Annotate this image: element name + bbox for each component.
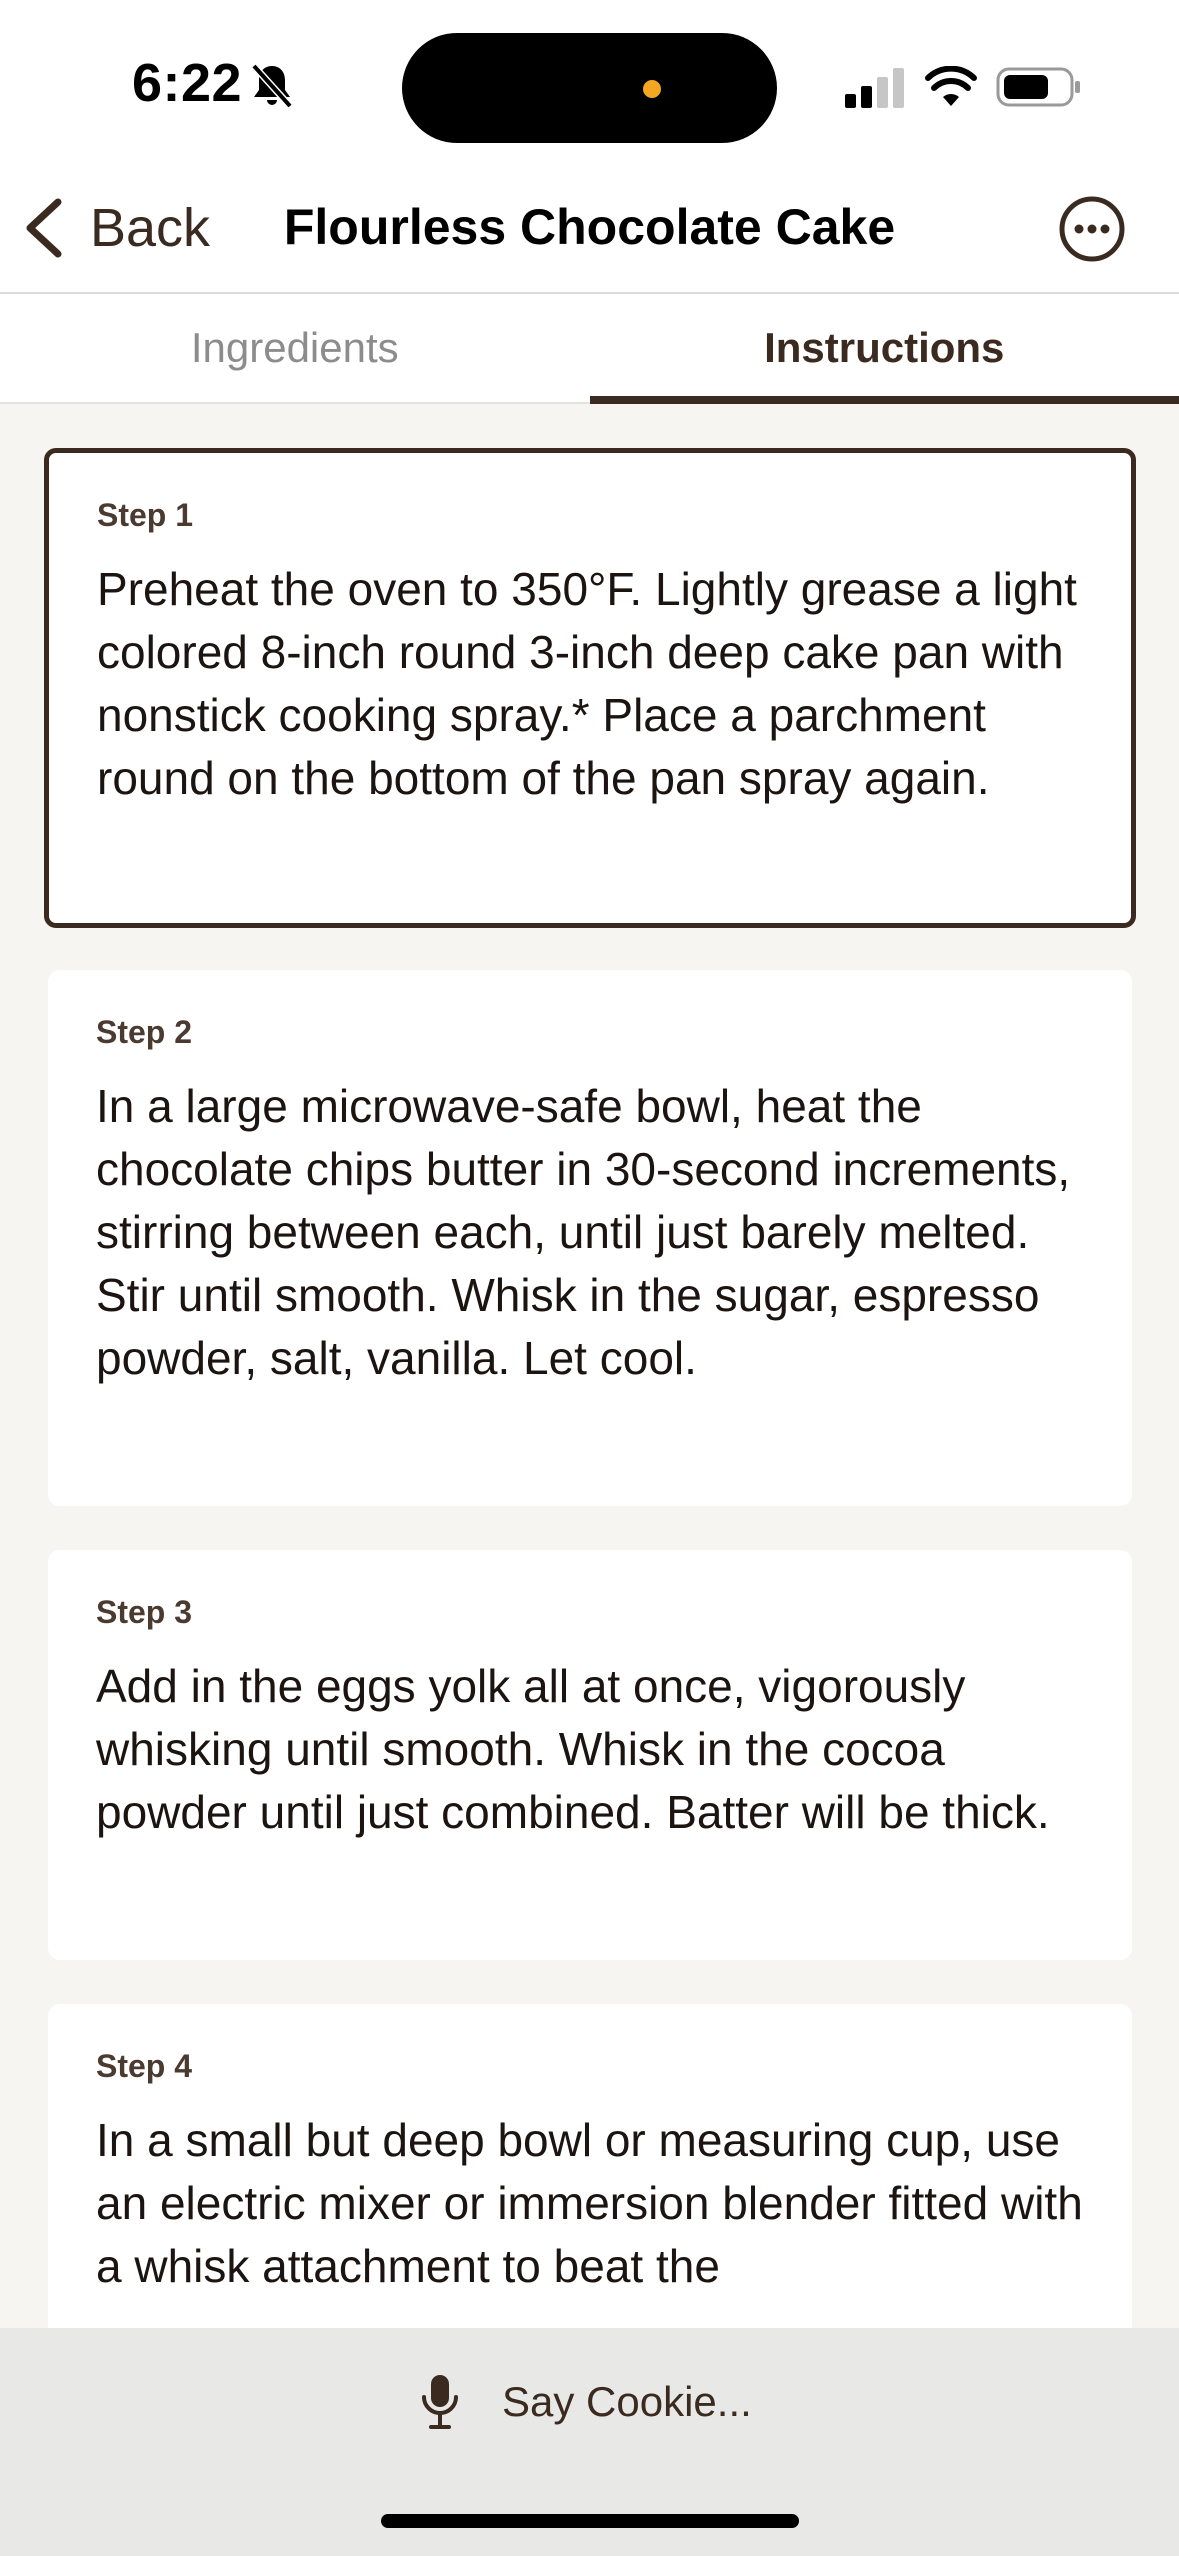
dynamic-island xyxy=(402,33,777,143)
step-text: In a small but deep bowl or measuring cu… xyxy=(96,2114,1083,2292)
cellular-signal-icon xyxy=(845,68,904,108)
step-card-3[interactable]: Step 3 Add in the eggs yolk all at once,… xyxy=(48,1550,1132,1960)
step-text: Add in the eggs yolk all at once, vigoro… xyxy=(96,1660,1050,1838)
step-label: Step 3 xyxy=(96,1594,193,1630)
step-card-2[interactable]: Step 2 In a large microwave-safe bowl, h… xyxy=(48,970,1132,1506)
wifi-icon xyxy=(925,66,977,106)
step-label: Step 2 xyxy=(96,1014,193,1050)
privacy-indicator-dot xyxy=(643,80,661,98)
nav-header: Back Flourless Chocolate Cake xyxy=(0,170,1179,294)
microphone-icon xyxy=(422,2375,458,2429)
ellipsis-circle-icon[interactable] xyxy=(1059,196,1125,262)
step-text: In a large microwave-safe bowl, heat the… xyxy=(96,1080,1071,1384)
step-card-4[interactable]: Step 4 In a small but deep bowl or measu… xyxy=(48,2004,1132,2328)
status-bar: 6:22 xyxy=(0,0,1179,170)
battery-icon xyxy=(996,67,1080,107)
step-text: Preheat the oven to 350°F. Lightly greas… xyxy=(97,563,1077,804)
step-label: Step 1 xyxy=(97,497,194,533)
tab-bar: Ingredients Instructions xyxy=(0,294,1179,404)
home-indicator[interactable] xyxy=(381,2514,799,2528)
tab-instructions[interactable]: Instructions xyxy=(589,294,1179,404)
step-label: Step 4 xyxy=(96,2048,193,2084)
status-time: 6:22 xyxy=(132,53,243,113)
step-card-1[interactable]: Step 1 Preheat the oven to 350°F. Lightl… xyxy=(44,448,1136,928)
instructions-list[interactable]: Step 1 Preheat the oven to 350°F. Lightl… xyxy=(0,404,1179,2328)
tab-ingredients[interactable]: Ingredients xyxy=(0,294,590,402)
voice-input-button[interactable]: Say Cookie... xyxy=(420,2362,752,2442)
voice-placeholder: Say Cookie... xyxy=(502,2378,752,2425)
bell-slash-icon xyxy=(251,63,293,109)
page-title: Flourless Chocolate Cake xyxy=(283,199,896,255)
